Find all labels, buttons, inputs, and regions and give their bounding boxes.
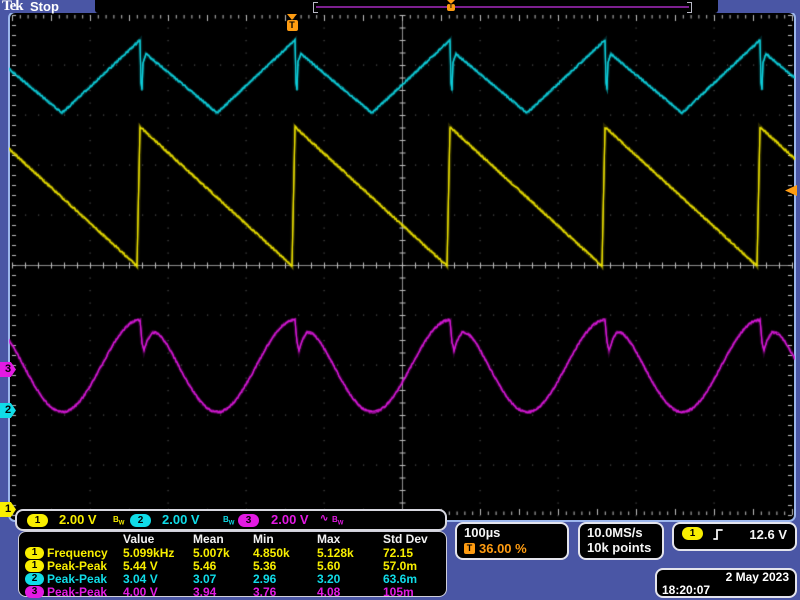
trigger-level-readout: 12.6 V [749, 527, 787, 542]
col-max: Max [317, 532, 341, 546]
channel2-badge: 2 [25, 573, 44, 585]
record-window-right-bracket [687, 2, 692, 13]
graticule-and-traces-canvas [9, 12, 795, 521]
col-min: Min [253, 532, 274, 546]
trigger-t-icon: T [464, 543, 475, 554]
trigger-settings-box: 1 12.6 V [672, 522, 797, 551]
horizontal-settings-box: 100µs T 36.00 % [455, 522, 569, 560]
col-value: Value [123, 532, 155, 546]
sample-rate: 10.0MS/s [587, 525, 643, 540]
trigger-t-icon: T [447, 4, 455, 11]
measurement-min: 3.76 [253, 585, 277, 599]
channel2-badge: 2 [130, 514, 151, 527]
channel1-scale: 2.00 V [59, 512, 97, 527]
channel1-badge: 1 [27, 514, 48, 527]
timebase-scale: 100µs [464, 525, 501, 540]
measurement-header-row: Value Mean Min Max Std Dev [19, 533, 446, 546]
measurement-max: 4.08 [317, 585, 341, 599]
channel1-bandwidth-icon: BW [113, 515, 125, 527]
trigger-position-percent: 36.00 % [479, 541, 527, 556]
trigger-position-readout: T 36.00 % [464, 541, 567, 556]
channel3-bandwidth-icon: BW [332, 515, 344, 527]
channel3-scale: 2.00 V [271, 512, 309, 527]
channel2-scale: 2.00 V [162, 512, 200, 527]
channel1-badge: 1 [25, 560, 44, 572]
measurement-mean: 3.94 [193, 585, 217, 599]
top-status-bar: Tek Stop T [0, 0, 800, 14]
oscilloscope-screen: { "header": { "logo": "Tek", "status": "… [0, 0, 800, 600]
time-text: 18:20:07 [662, 583, 711, 597]
channel3-waveform-icon: ∿ [320, 513, 329, 524]
trigger-position-marker: T [286, 14, 298, 31]
measurement-value: 4.00 V [123, 585, 158, 599]
record-window-left-bracket [313, 2, 318, 13]
rising-edge-icon [713, 529, 723, 540]
record-view-strip: T [95, 0, 718, 13]
measurement-row: 3 Peak-Peak 4.00 V 3.94 3.76 4.08 105m [19, 586, 446, 599]
record-trigger-position-icon: T [446, 0, 456, 11]
record-length-bar [316, 6, 689, 8]
col-mean: Mean [193, 532, 224, 546]
trigger-source-badge: 1 [682, 527, 703, 540]
record-length: 10k points [587, 540, 652, 555]
measurement-name: Peak-Peak [47, 585, 108, 599]
acquisition-settings-box: 10.0MS/s 10k points [578, 522, 664, 560]
tek-logo: Tek [2, 0, 24, 14]
measurement-table: Value Mean Min Max Std Dev 1 Frequency 5… [18, 531, 447, 599]
acquisition-status: Stop [30, 0, 59, 14]
trigger-t-icon: T [286, 20, 298, 31]
channel1-badge: 1 [25, 547, 44, 559]
measurement-std: 105m [383, 585, 414, 599]
channel3-badge: 3 [25, 586, 44, 598]
channel-readout-bar: 1 2.00 V BW 2 2.00 V BW 3 2.00 V ∿ BW [15, 509, 447, 531]
col-stddev: Std Dev [383, 532, 428, 546]
channel3-badge: 3 [238, 514, 259, 527]
datetime-box: 2 May 2023 18:20:07 [655, 568, 797, 598]
channel2-bandwidth-icon: BW [223, 515, 235, 527]
